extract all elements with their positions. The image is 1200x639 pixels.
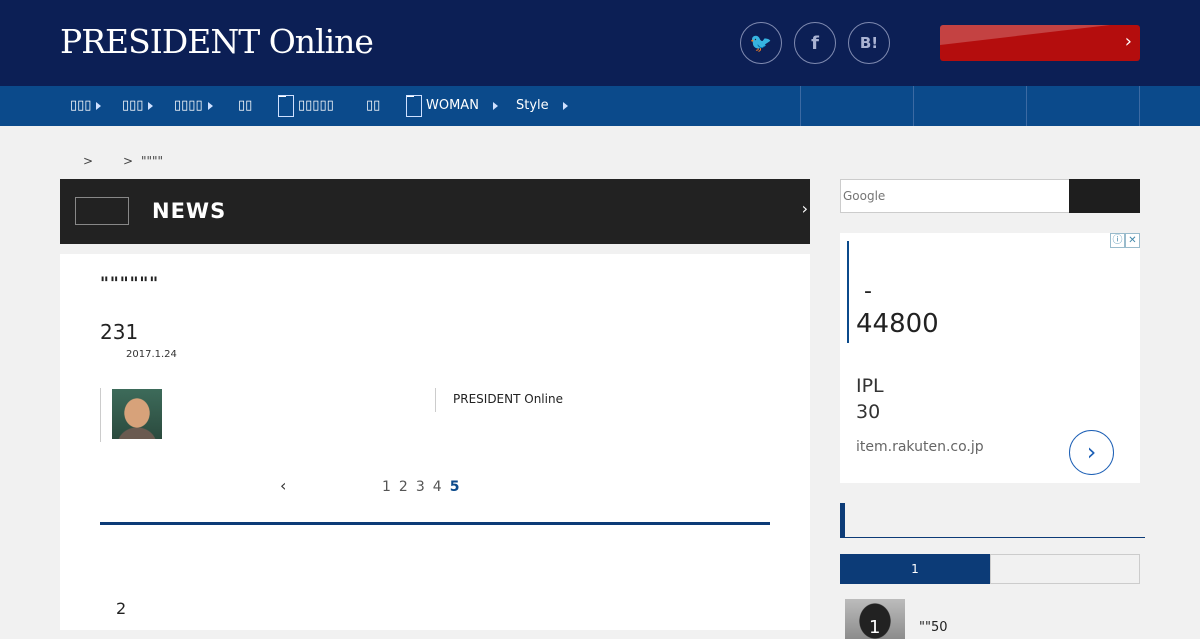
- article-title: """""": [100, 274, 160, 294]
- tab-ranking-2[interactable]: [990, 554, 1140, 584]
- chevron-right-icon[interactable]: ›: [1069, 430, 1114, 475]
- grid-icon: [278, 94, 294, 117]
- nav-item-woman[interactable]: WOMAN: [406, 86, 498, 126]
- site-header: PRESIDENT Online 🐦 f B! ›: [0, 0, 1200, 86]
- breadcrumb-separator: >: [123, 154, 134, 168]
- close-icon[interactable]: ✕: [1125, 233, 1140, 248]
- chevron-right-icon: ›: [801, 199, 808, 218]
- caret-right-icon: [148, 101, 154, 110]
- nav-item-1[interactable]: ▯▯▯: [70, 86, 102, 126]
- ad-dash: -: [864, 279, 872, 304]
- nav-label: ▯▯▯▯: [174, 98, 203, 113]
- author-avatar[interactable]: [112, 389, 162, 439]
- caret-right-icon: [207, 101, 213, 110]
- ad-accent-bar: [847, 241, 849, 343]
- facebook-icon[interactable]: f: [794, 22, 836, 64]
- section-header[interactable]: NEWS ›: [60, 179, 810, 244]
- nav-divider: [913, 86, 914, 126]
- section-badge: [75, 197, 129, 225]
- ad-url[interactable]: item.rakuten.co.jp: [856, 439, 984, 455]
- page-current: 5: [449, 479, 460, 495]
- nav-item-2[interactable]: ▯▯▯: [122, 86, 154, 126]
- caret-right-icon: [562, 101, 568, 110]
- ranking-header: [840, 503, 1145, 538]
- nav-label: ▯▯: [366, 98, 381, 113]
- page-link[interactable]: 3: [416, 479, 425, 495]
- nav-label: ▯▯▯▯▯: [298, 98, 334, 113]
- ranking-item-title[interactable]: ""50: [919, 620, 948, 635]
- pager: 12345: [382, 479, 467, 495]
- button-sheen: [940, 25, 1110, 45]
- grid-icon: [406, 94, 422, 117]
- nav-label: Style: [516, 98, 549, 113]
- tab-ranking-1[interactable]: 1: [840, 554, 990, 584]
- page-link[interactable]: 2: [399, 479, 408, 495]
- nav-label: ▯▯▯: [122, 98, 144, 113]
- search-field[interactable]: [840, 179, 1070, 213]
- page-link[interactable]: 1: [382, 479, 391, 495]
- hatena-bookmark-icon[interactable]: B!: [848, 22, 890, 64]
- caret-right-icon: [96, 101, 102, 110]
- section-rule: [100, 522, 770, 525]
- article-date: 2017.1.24: [126, 349, 177, 360]
- page-link[interactable]: 4: [433, 479, 442, 495]
- ad-line: 30: [856, 401, 881, 423]
- search-input[interactable]: [841, 180, 1069, 212]
- search-button[interactable]: [1069, 179, 1140, 213]
- nav-item-3[interactable]: ▯▯▯▯: [174, 86, 213, 126]
- ad-price: 44800: [856, 309, 939, 339]
- caret-right-icon: [492, 101, 498, 110]
- ad-line: IPL: [856, 375, 884, 397]
- publisher-divider: [435, 388, 436, 412]
- nav-item-6[interactable]: ▯▯: [366, 86, 380, 126]
- nav-label: ▯▯▯: [70, 98, 92, 113]
- ad-banner[interactable]: ⓘ ✕ - 44800 IPL 30 item.rakuten.co.jp ›: [840, 233, 1140, 483]
- ad-controls: ⓘ ✕: [1110, 233, 1140, 248]
- nav-divider: [800, 86, 801, 126]
- nav-item-style[interactable]: Style: [516, 86, 568, 126]
- nav-divider: [1026, 86, 1027, 126]
- site-logo[interactable]: PRESIDENT Online: [60, 22, 374, 61]
- chevron-right-icon: ›: [1124, 31, 1132, 52]
- subsection-number: 2: [116, 599, 127, 618]
- pager-prev-icon[interactable]: ‹: [280, 476, 286, 495]
- rank-number: 1: [869, 617, 881, 638]
- author-divider: [100, 388, 101, 442]
- breadcrumb-current: """": [141, 154, 164, 168]
- header-promo-button[interactable]: ›: [940, 25, 1140, 61]
- nav-item-5[interactable]: ▯▯▯▯▯: [278, 86, 334, 126]
- nav-divider: [1139, 86, 1140, 126]
- ranking-thumbnail[interactable]: 1: [845, 599, 905, 639]
- section-title: NEWS: [152, 199, 227, 223]
- breadcrumb-separator: >: [83, 154, 94, 168]
- publisher-name: PRESIDENT Online: [453, 392, 563, 406]
- nav-label: ▯▯: [238, 98, 253, 113]
- article-number: 231: [100, 320, 139, 344]
- main-nav: ▯▯▯ ▯▯▯ ▯▯▯▯ ▯▯ ▯▯▯▯▯ ▯▯ WOMAN Style: [0, 86, 1200, 126]
- nav-label: WOMAN: [426, 98, 479, 113]
- info-icon[interactable]: ⓘ: [1110, 233, 1125, 248]
- article-card: """""" 231 2017.1.24 PRESIDENT Online ‹ …: [60, 254, 810, 630]
- nav-item-4[interactable]: ▯▯: [238, 86, 252, 126]
- twitter-icon[interactable]: 🐦: [740, 22, 782, 64]
